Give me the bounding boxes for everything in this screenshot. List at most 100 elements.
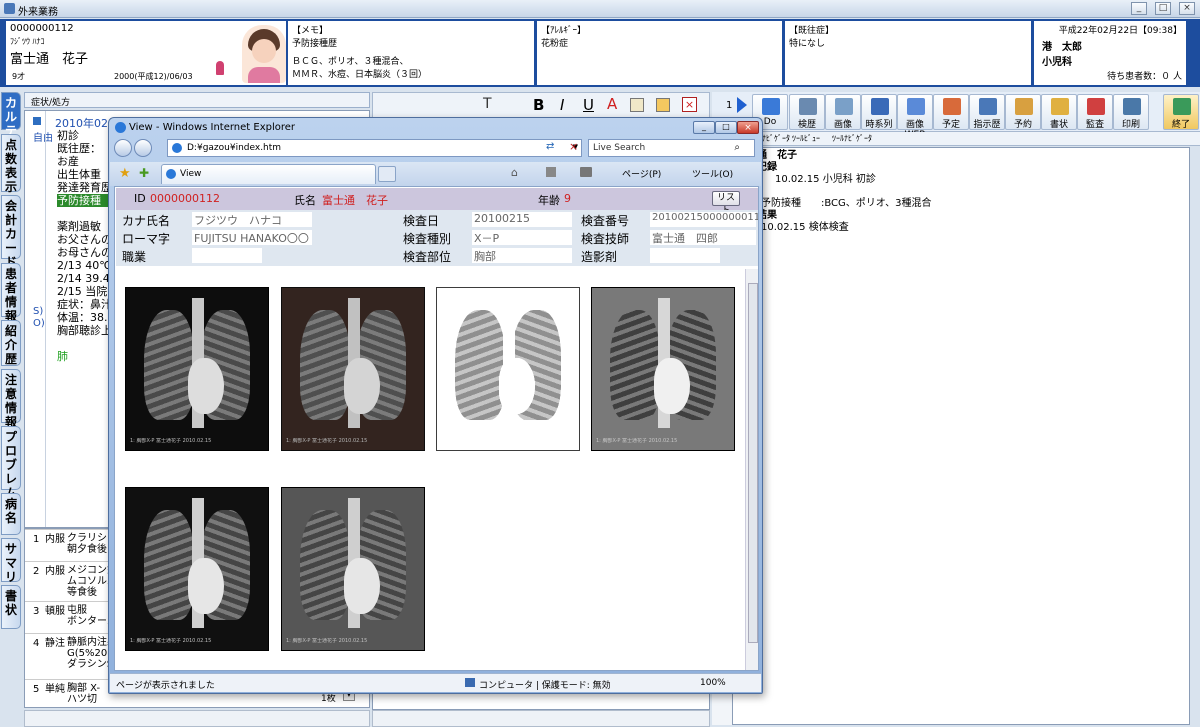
- xray-thumbnail[interactable]: 1: 胸部X-P 富士通花子 2010.02.15: [281, 487, 425, 651]
- xray-caption: 1: 胸部X-P 富士通花子 2010.02.15: [596, 438, 678, 444]
- tab-toolview[interactable]: ﾂｰﾙﾋﾞｭｰ: [792, 133, 820, 144]
- toolbar-button-label: 監査: [1085, 120, 1104, 130]
- kana-label: カナ氏名: [122, 214, 171, 228]
- tree-node[interactable]: 診療記録: [737, 162, 932, 174]
- stop-button[interactable]: ×: [569, 140, 578, 153]
- print-icon[interactable]: [580, 167, 592, 177]
- address-text: D:¥gazou¥index.htm: [187, 143, 282, 153]
- xray-thumbnail[interactable]: 1: 胸部X-P 富士通花子 2010.02.15: [591, 287, 735, 451]
- search-icon[interactable]: ⌕: [734, 142, 740, 153]
- patient-avatar: [242, 25, 286, 83]
- ie-zoom[interactable]: 100%: [700, 678, 726, 688]
- tools-menu[interactable]: ツール(O): [692, 167, 733, 180]
- tree-node[interactable]: 付箋: [737, 186, 932, 198]
- delete-icon[interactable]: ×: [682, 97, 697, 112]
- new-tab-button[interactable]: [378, 166, 396, 182]
- toolbar-button-label: 印刷: [1121, 120, 1140, 130]
- tab-symptom[interactable]: 症状/処方: [31, 95, 70, 108]
- ie-status-text: ページが表示されました: [116, 681, 215, 691]
- add-favorites-icon[interactable]: ✚: [139, 166, 149, 180]
- xray-thumbnail[interactable]: 1: 胸部X-P 富士通花子 2010.02.15: [436, 287, 580, 451]
- tab-toolnavigator[interactable]: ﾂｰﾙﾅﾋﾞｹﾞｰﾀ: [832, 133, 872, 144]
- ie-tab-view[interactable]: View: [161, 164, 376, 184]
- ie-minimize-button[interactable]: _: [693, 121, 715, 134]
- xray-thumbnail[interactable]: 1: 胸部X-P 富士通花子 2010.02.15: [125, 487, 269, 651]
- sidetab-karte[interactable]: カルテ: [1, 92, 21, 138]
- record-icon: [33, 117, 41, 125]
- toolbar-button-8[interactable]: 書状: [1041, 94, 1077, 130]
- sidetab-referral[interactable]: 紹介歴: [1, 320, 21, 366]
- search-box[interactable]: Live Search ⌕: [588, 139, 755, 157]
- toolbar-button-11[interactable]: 終了: [1163, 94, 1199, 130]
- tree-node-label: 10.02.15 小児科 初診: [775, 174, 876, 185]
- back-button[interactable]: [114, 139, 132, 157]
- xray-thumbnail[interactable]: 1: 胸部X-P 富士通花子 2010.02.15: [281, 287, 425, 451]
- tree-node[interactable]: 富士通 花子: [737, 150, 932, 162]
- kind-label: 検査種別: [403, 232, 452, 246]
- tree-node[interactable]: 10.02.15 検体検査: [737, 222, 932, 234]
- toolbar-button-7[interactable]: 予約: [1005, 94, 1041, 130]
- address-bar[interactable]: D:¥gazou¥index.htm ▼: [167, 139, 582, 157]
- toolbar-icon: [871, 98, 889, 115]
- sidetab-letter[interactable]: 書状: [1, 585, 21, 629]
- ie-maximize-button[interactable]: □: [715, 121, 737, 134]
- sidetab-patient[interactable]: 患者情報: [1, 263, 21, 323]
- rss-icon[interactable]: [546, 167, 556, 177]
- home-icon[interactable]: ⌂: [511, 166, 518, 179]
- toolbar-button-10[interactable]: 印刷: [1113, 94, 1149, 130]
- rx-no: 1: [33, 534, 40, 545]
- scroll-thumb[interactable]: [748, 283, 758, 643]
- tree-node[interactable]: 検体結果: [737, 210, 932, 222]
- ie-scrollbar[interactable]: [745, 269, 758, 670]
- toolbar-button-1[interactable]: 検歴: [789, 94, 825, 130]
- underline-icon[interactable]: U: [583, 96, 594, 114]
- tree-node[interactable]: 予防接種 :BCG、ポリオ、3種混合: [737, 198, 932, 210]
- sidetab-account[interactable]: 会計カード: [1, 195, 21, 269]
- toolbar-icon: [943, 98, 961, 115]
- sidetab-disease[interactable]: 病名: [1, 493, 21, 535]
- sidetab-summary[interactable]: サマリ: [1, 538, 21, 584]
- list-button[interactable]: リスト: [712, 191, 740, 216]
- refresh-button[interactable]: ⇄: [546, 141, 554, 152]
- xray-caption: 1: 胸部X-P 富士通花子 2010.02.15: [286, 438, 368, 444]
- font-icon[interactable]: T: [483, 96, 492, 112]
- tab-navigator[interactable]: ﾅﾋﾞｹﾞｰﾀ: [762, 133, 790, 144]
- paste-icon[interactable]: [656, 98, 670, 112]
- xray-thumbnail[interactable]: 1: 胸部X-P 富士通花子 2010.02.15: [125, 287, 269, 451]
- tree-node[interactable]: 10.02.15 小児科 初診: [737, 174, 932, 186]
- italic-icon[interactable]: I: [560, 96, 564, 114]
- rx-sub: ハツ切: [67, 694, 97, 705]
- sidetab-problem[interactable]: プロブレム: [1, 426, 21, 500]
- editor-toolbar: T B I U A ×: [372, 92, 710, 118]
- viewer-kind: X－P: [472, 230, 572, 245]
- contrast-label: 造影剤: [581, 250, 618, 264]
- toolbar-button-2[interactable]: 画像: [825, 94, 861, 130]
- favorites-star-icon[interactable]: ★: [119, 166, 131, 181]
- viewer-contrast: [650, 248, 720, 263]
- forward-button[interactable]: [134, 139, 152, 157]
- close-button[interactable]: ×: [1179, 2, 1195, 15]
- toolbar-button-6[interactable]: 指示歴: [969, 94, 1005, 130]
- xray-caption: 1: 胸部X-P 富士通花子 2010.02.15: [286, 638, 368, 644]
- toolbar-button-label: 予定: [941, 120, 960, 130]
- xray-caption: 1: 胸部X-P 富士通花子 2010.02.15: [130, 438, 212, 444]
- page-menu[interactable]: ページ(P): [622, 167, 661, 180]
- sidetab-caution[interactable]: 注意情報: [1, 369, 21, 429]
- viewer-age: 9: [564, 192, 571, 205]
- font-color-icon[interactable]: A: [607, 95, 617, 113]
- sidetab-score[interactable]: 点数表示: [1, 134, 21, 194]
- toolbar-button-4[interactable]: 画像WEB: [897, 94, 933, 140]
- patient-info: 0000000112 ﾌｼﾞﾂｳ ﾊﾅｺ 富士通 花子 9才 2000(平成12…: [6, 21, 286, 85]
- image-icon[interactable]: [630, 98, 644, 112]
- ie-close-button[interactable]: ×: [737, 121, 759, 134]
- navigator-tree[interactable]: 富士通 花子診療記録10.02.15 小児科 初診付箋予防接種 :BCG、ポリオ…: [732, 147, 1190, 725]
- bold-icon[interactable]: B: [533, 96, 544, 114]
- patient-age: 9才: [12, 72, 26, 81]
- minimize-button[interactable]: _: [1131, 2, 1147, 15]
- toolbar-button-3[interactable]: 時系列: [861, 94, 897, 130]
- maximize-button[interactable]: □: [1155, 2, 1171, 15]
- toolbar-button-5[interactable]: 予定: [933, 94, 969, 130]
- next-arrow-icon[interactable]: [737, 97, 747, 113]
- rx-type: 内服: [45, 566, 65, 577]
- toolbar-button-9[interactable]: 監査: [1077, 94, 1113, 130]
